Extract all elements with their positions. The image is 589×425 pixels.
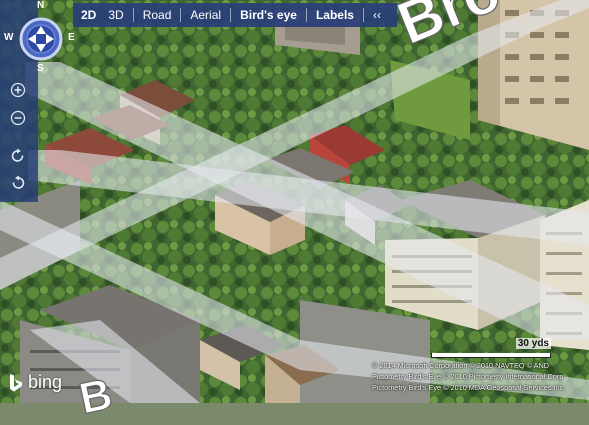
copyright-line: © 2014 Microsoft Corporation © 2010 NAVT… xyxy=(372,361,550,370)
toolbar-divider xyxy=(362,8,364,22)
copyright-notice: © 2014 Microsoft Corporation © 2010 NAVT… xyxy=(372,360,586,393)
scale-bar-line xyxy=(431,353,551,358)
toolbar-divider xyxy=(305,8,307,22)
compass-east-label[interactable]: E xyxy=(68,32,75,43)
toolbar-divider xyxy=(230,8,232,22)
map-view-toolbar: 2D 3D Road Aerial Bird's eye Labels ‹‹ xyxy=(73,3,397,27)
collapse-toolbar-icon[interactable]: ‹‹ xyxy=(367,8,387,22)
bing-logo-icon xyxy=(10,373,22,391)
rotate-counterclockwise-icon[interactable] xyxy=(8,173,28,193)
compass-south-label[interactable]: S xyxy=(37,63,44,74)
compass-west-label[interactable]: W xyxy=(4,32,13,43)
birds-eye-view-button[interactable]: Bird's eye xyxy=(234,8,303,22)
zoom-out-icon[interactable] xyxy=(8,108,28,128)
compass-rose[interactable]: N S W E xyxy=(4,0,75,74)
rotate-clockwise-icon[interactable] xyxy=(8,146,28,166)
scale-bar: 30 yds xyxy=(431,338,551,358)
scale-label: 30 yds xyxy=(515,338,551,349)
view-3d-button[interactable]: 3D xyxy=(102,8,129,22)
zoom-in-icon[interactable] xyxy=(8,80,28,100)
copyright-line: Pictometry Bird's Eye © 2010 Pictometry … xyxy=(372,372,564,381)
bing-logo: bing xyxy=(8,372,62,393)
compass-north-label[interactable]: N xyxy=(37,0,44,11)
view-2d-button[interactable]: 2D xyxy=(73,8,102,22)
aerial-view-button[interactable]: Aerial xyxy=(184,8,227,22)
copyright-line: Pictometry Bird's Eye © 2010 MDA Geospat… xyxy=(372,383,566,392)
toolbar-divider xyxy=(132,8,134,22)
road-view-button[interactable]: Road xyxy=(137,8,178,22)
toolbar-divider xyxy=(180,8,182,22)
labels-toggle-button[interactable]: Labels xyxy=(310,8,360,22)
bing-logo-text: bing xyxy=(28,372,63,392)
